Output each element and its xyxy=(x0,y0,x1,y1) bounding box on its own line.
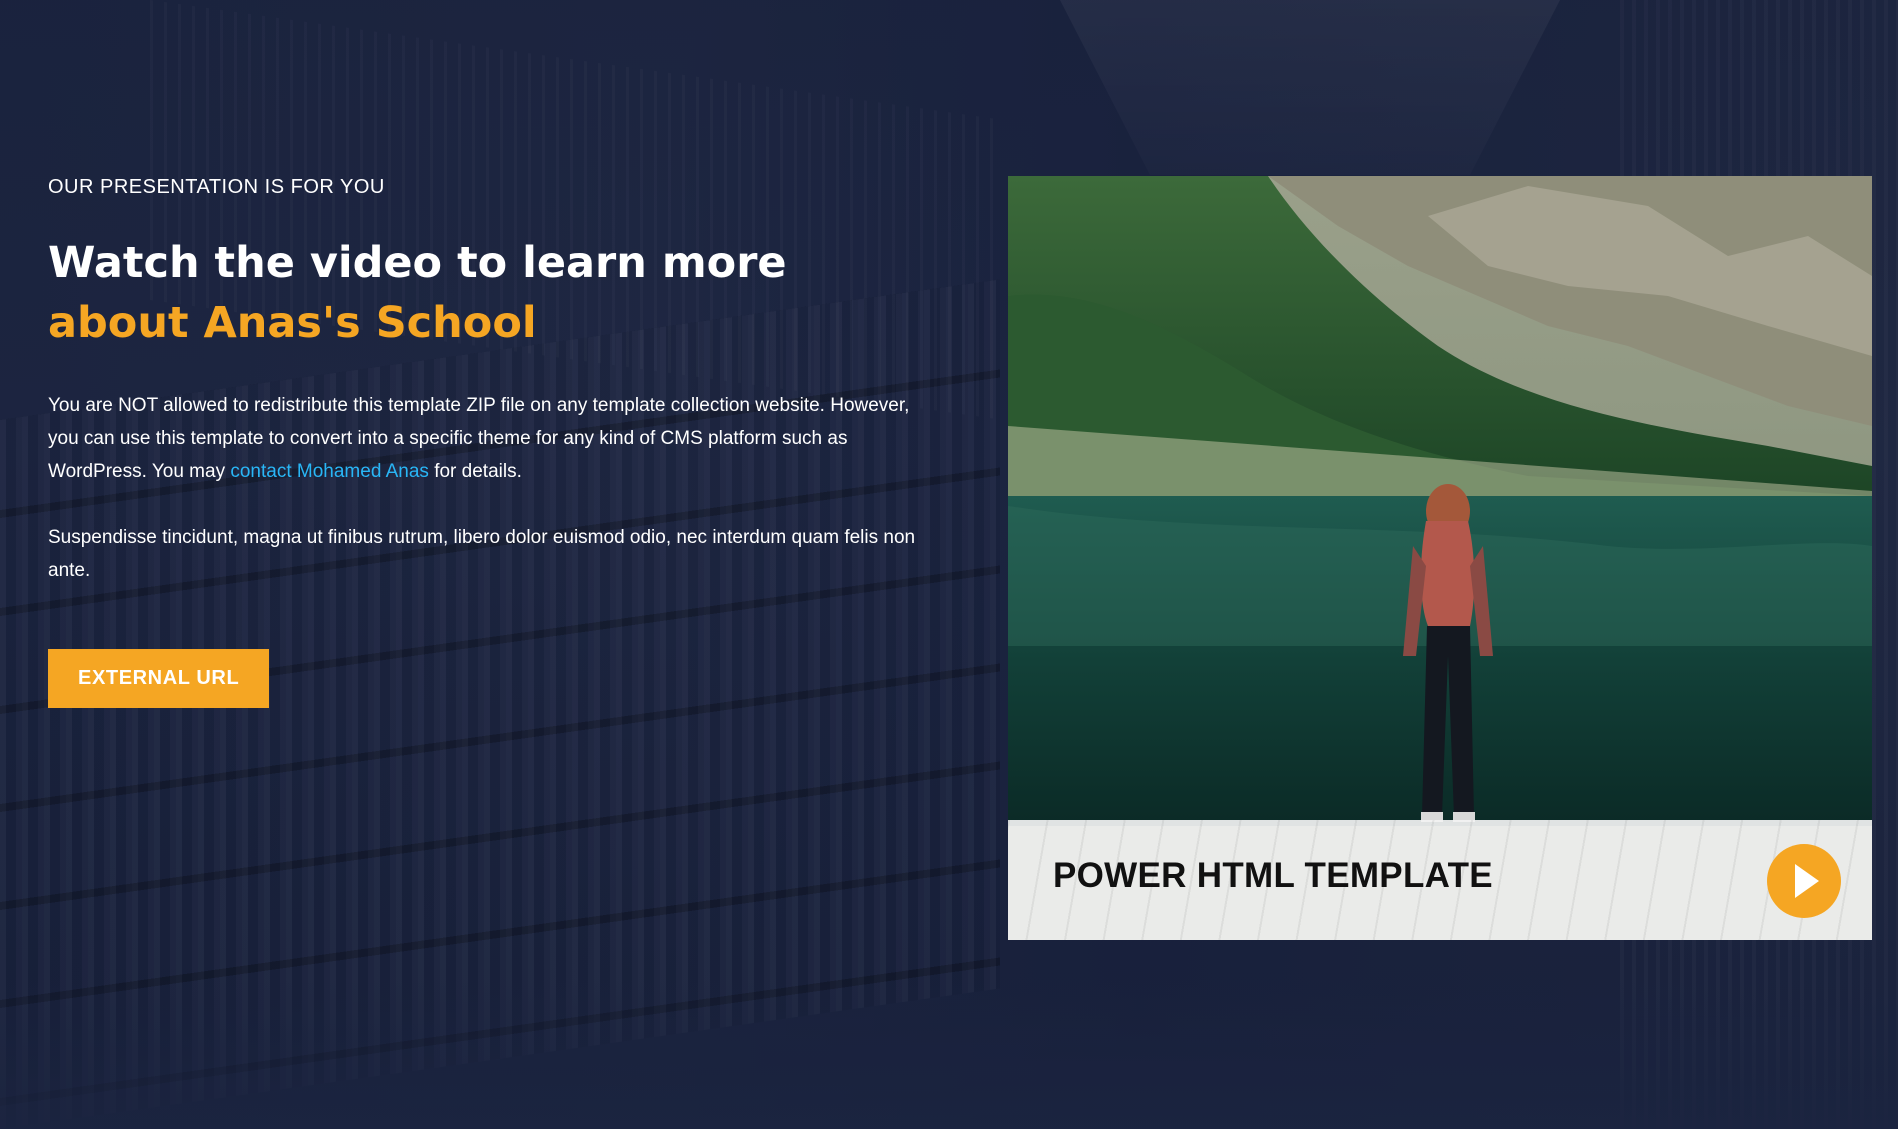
section-headline: Watch the video to learn more about Anas… xyxy=(48,233,928,353)
video-caption-bar: POWER HTML TEMPLATE xyxy=(1008,820,1872,940)
floor-gradient xyxy=(0,980,1898,1129)
section-eyebrow: OUR PRESENTATION IS FOR YOU xyxy=(48,176,385,198)
contact-link[interactable]: contact Mohamed Anas xyxy=(230,461,429,482)
video-caption-title: POWER HTML TEMPLATE xyxy=(1053,856,1493,895)
ceiling-texture xyxy=(1060,0,1560,175)
headline-line-1: Watch the video to learn more xyxy=(48,238,787,288)
play-icon xyxy=(1795,864,1819,898)
paragraph-text-end: for details. xyxy=(428,461,522,482)
intro-section: OUR PRESENTATION IS FOR YOU Watch the vi… xyxy=(48,176,928,708)
intro-paragraph-1: You are NOT allowed to redistribute this… xyxy=(48,389,918,488)
external-url-button[interactable]: EXTERNAL URL xyxy=(48,649,270,708)
intro-paragraph-2: Suspendisse tincidunt, magna ut finibus … xyxy=(48,527,916,581)
headline-line-2: about Anas's School xyxy=(48,298,537,348)
play-button[interactable] xyxy=(1767,844,1841,918)
video-thumbnail[interactable]: POWER HTML TEMPLATE xyxy=(1008,176,1872,940)
